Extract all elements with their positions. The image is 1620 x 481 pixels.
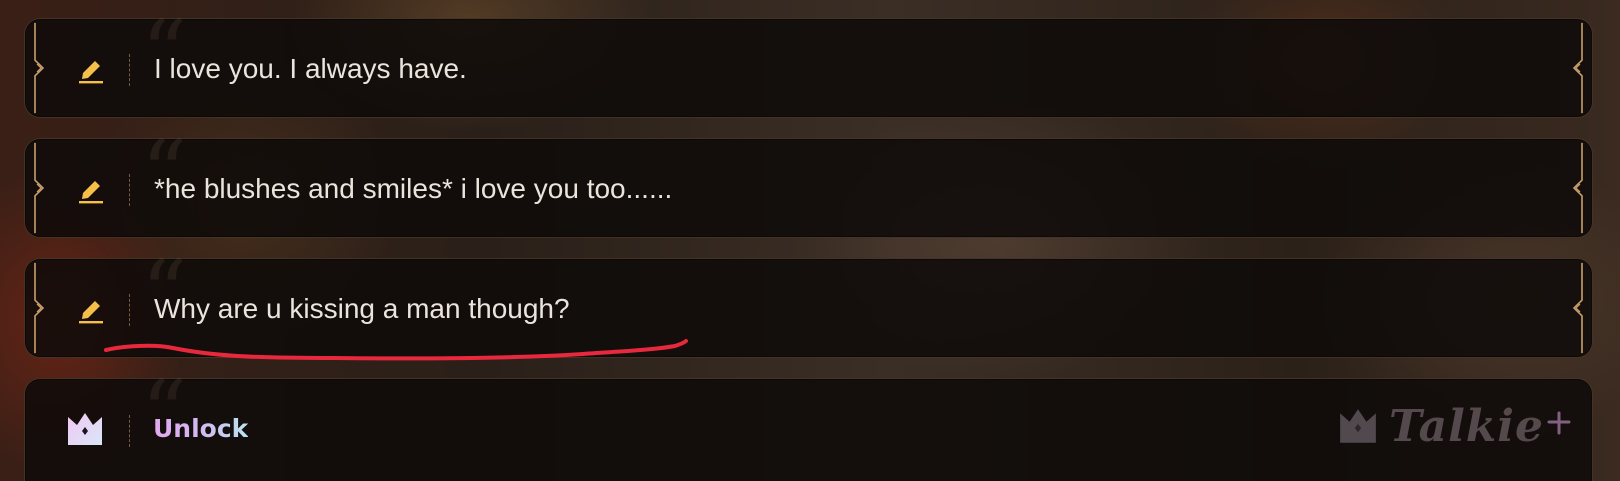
message-card: “ Why are u kissing a man though? xyxy=(24,249,1593,358)
card-right-ornament xyxy=(1572,22,1583,114)
message-card: “ I love you. I always have. xyxy=(24,9,1593,118)
card-right-ornament xyxy=(1572,142,1583,234)
unlock-button[interactable]: Unlock xyxy=(153,411,248,447)
crown-icon xyxy=(1340,409,1376,443)
pencil-icon[interactable] xyxy=(77,173,105,205)
unlock-card: “ Unlock Talkie xyxy=(24,369,1593,481)
divider xyxy=(129,415,130,447)
chat-background: “ I love you. I always have. “ *he blush… xyxy=(0,0,1620,481)
pencil-icon[interactable] xyxy=(77,293,105,325)
message-text: Why are u kissing a man though? xyxy=(154,293,570,324)
card-left-ornament xyxy=(34,142,45,234)
card-left-ornament xyxy=(34,22,45,114)
divider xyxy=(129,294,130,326)
message-text: *he blushes and smiles* i love you too..… xyxy=(154,173,673,204)
plus-icon xyxy=(1547,411,1571,435)
card-left-ornament xyxy=(34,262,45,354)
pencil-icon[interactable] xyxy=(77,53,105,85)
brand-name: Talkie xyxy=(1389,400,1544,452)
message-text: I love you. I always have. xyxy=(154,53,467,84)
divider xyxy=(129,174,130,206)
talkie-logo: Talkie xyxy=(1337,400,1572,452)
crown-icon[interactable] xyxy=(65,409,105,449)
divider xyxy=(129,54,130,86)
card-right-ornament xyxy=(1572,262,1583,354)
message-card: “ *he blushes and smiles* i love you too… xyxy=(24,129,1593,238)
